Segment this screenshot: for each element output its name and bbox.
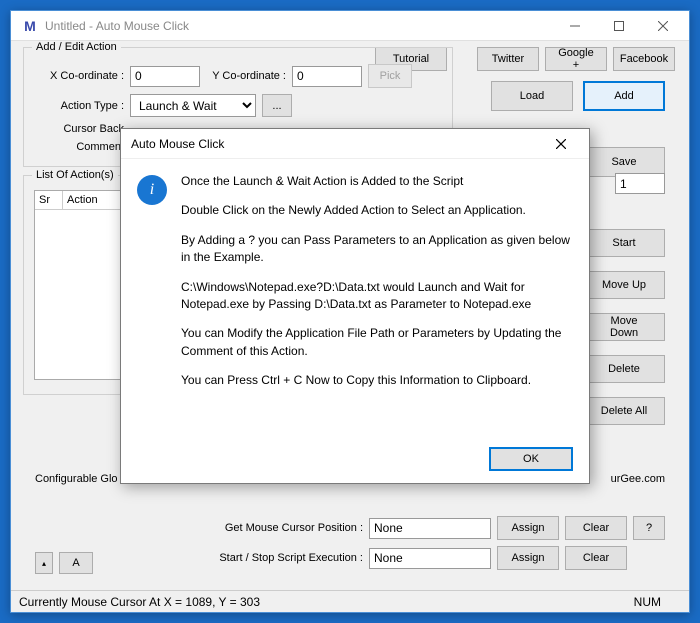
maximize-button[interactable] (597, 12, 641, 40)
moveup-button[interactable]: Move Up (583, 271, 665, 299)
movedown-button[interactable]: Move Down (583, 313, 665, 341)
right-column-top: Add Save (583, 81, 665, 177)
load-button[interactable]: Load (491, 81, 573, 111)
spinner-up[interactable]: ▴ (35, 552, 53, 574)
spinner-a-button[interactable]: A (59, 552, 93, 574)
get-cursor-label: Get Mouse Cursor Position : (123, 522, 363, 534)
repeat-count-input[interactable] (615, 173, 665, 194)
dialog-p6: You can Press Ctrl + C Now to Copy this … (181, 372, 573, 389)
delete-button[interactable]: Delete (583, 355, 665, 383)
action-type-select[interactable]: Launch & Wait (130, 94, 256, 117)
dialog-p3: By Adding a ? you can Pass Parameters to… (181, 232, 573, 267)
cursor-back-label: Cursor Back (34, 123, 124, 135)
assign-cursor-button[interactable]: Assign (497, 516, 559, 540)
table-header: Sr Action (35, 191, 133, 210)
actions-table[interactable]: Sr Action (34, 190, 134, 380)
y-coord-label: Y Co-ordinate : (206, 70, 286, 82)
close-button[interactable] (641, 12, 685, 40)
edit-action-title: Add / Edit Action (32, 41, 121, 53)
action-type-more-button[interactable]: ... (262, 94, 292, 117)
minimize-button[interactable] (553, 12, 597, 40)
window-title: Untitled - Auto Mouse Click (45, 19, 553, 33)
col-sr: Sr (35, 191, 63, 209)
right-column-actions: Start Move Up Move Down Delete Delete Al… (583, 229, 665, 425)
link-suffix[interactable]: urGee.com (611, 473, 665, 485)
clear-startstop-button[interactable]: Clear (565, 546, 627, 570)
titlebar: M Untitled - Auto Mouse Click (11, 11, 689, 41)
status-bar: Currently Mouse Cursor At X = 1089, Y = … (11, 590, 689, 612)
app-icon: M (21, 17, 39, 35)
spinner-controls: ▴ A (35, 552, 93, 574)
dialog-p2: Double Click on the Newly Added Action t… (181, 202, 573, 219)
pick-button[interactable]: Pick (368, 64, 412, 88)
action-type-label: Action Type : (34, 100, 124, 112)
help-button[interactable]: ? (633, 516, 665, 540)
dialog-body: i Once the Launch & Wait Action is Added… (121, 159, 589, 412)
y-coord-input[interactable] (292, 66, 362, 87)
comment-label: Comment (34, 141, 124, 153)
dialog-p4: C:\Windows\Notepad.exe?D:\Data.txt would… (181, 279, 573, 314)
status-numlock: NUM (634, 595, 661, 609)
x-coord-label: X Co-ordinate : (34, 70, 124, 82)
dialog-p1: Once the Launch & Wait Action is Added t… (181, 173, 573, 190)
list-actions-title: List Of Action(s) (32, 169, 118, 181)
status-text: Currently Mouse Cursor At X = 1089, Y = … (19, 595, 260, 609)
clear-cursor-button[interactable]: Clear (565, 516, 627, 540)
dialog-titlebar: Auto Mouse Click (121, 129, 589, 159)
dialog-title: Auto Mouse Click (131, 137, 224, 151)
info-icon: i (137, 175, 167, 205)
configurable-label: Configurable Glo (35, 473, 118, 485)
dialog-p5: You can Modify the Application File Path… (181, 325, 573, 360)
ok-button[interactable]: OK (489, 447, 573, 471)
dialog-text: Once the Launch & Wait Action is Added t… (181, 173, 573, 402)
dialog-footer: OK (489, 447, 573, 471)
startstop-input[interactable] (369, 548, 491, 569)
deleteall-button[interactable]: Delete All (583, 397, 665, 425)
get-cursor-input[interactable] (369, 518, 491, 539)
bottom-hotkeys: Get Mouse Cursor Position : Assign Clear… (11, 516, 689, 576)
dialog-close-button[interactable] (543, 131, 579, 157)
assign-startstop-button[interactable]: Assign (497, 546, 559, 570)
start-button[interactable]: Start (583, 229, 665, 257)
info-dialog: Auto Mouse Click i Once the Launch & Wai… (120, 128, 590, 484)
x-coord-input[interactable] (130, 66, 200, 87)
add-button[interactable]: Add (583, 81, 665, 111)
startstop-label: Start / Stop Script Execution : (123, 552, 363, 564)
